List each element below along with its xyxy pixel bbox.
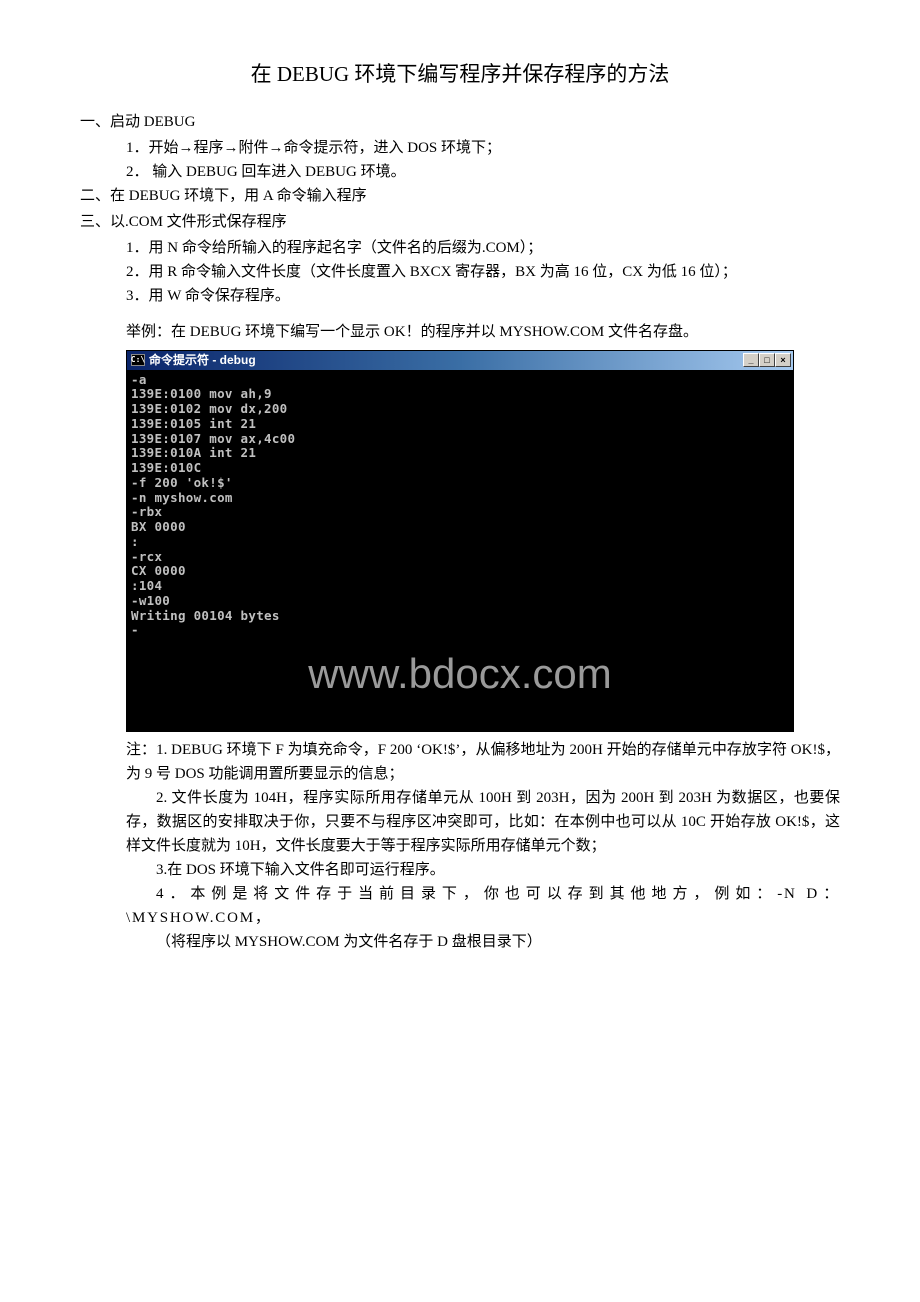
close-button[interactable]: × xyxy=(775,353,791,367)
example-text: 举例：在 DEBUG 环境下编写一个显示 OK！的程序并以 MYSHOW.COM… xyxy=(80,320,840,344)
page-title: 在 DEBUG 环境下编写程序并保存程序的方法 xyxy=(80,58,840,92)
terminal-output[interactable]: -a 139E:0100 mov ah,9 139E:0102 mov dx,2… xyxy=(127,371,793,731)
section-2-heading: 二、在 DEBUG 环境下，用 A 命令输入程序 xyxy=(80,184,840,208)
note-4: 4．本例是将文件存于当前目录下，你也可以存到其他地方，例如：-N D：\MYSH… xyxy=(80,882,840,930)
minimize-button[interactable]: _ xyxy=(743,353,759,367)
section-3-item-3: 3．用 W 命令保存程序。 xyxy=(80,284,840,308)
section-3-item-2: 2．用 R 命令输入文件长度（文件长度置入 BXCX 寄存器，BX 为高 16 … xyxy=(80,260,840,284)
section-1-item-1: 1．开始→程序→附件→命令提示符，进入 DOS 环境下； xyxy=(80,136,840,160)
note-2: 2. 文件长度为 104H，程序实际所用存储单元从 100H 到 203H，因为… xyxy=(80,786,840,858)
cmd-icon: C:\ xyxy=(131,354,145,366)
section-1-heading: 一、启动 DEBUG xyxy=(80,110,840,134)
section-3-heading: 三、以.COM 文件形式保存程序 xyxy=(80,210,840,234)
section-1-item-2: 2． 输入 DEBUG 回车进入 DEBUG 环境。 xyxy=(80,160,840,184)
maximize-button[interactable]: □ xyxy=(759,353,775,367)
note-1: 注：1. DEBUG 环境下 F 为填充命令，F 200 ‘OK!$’，从偏移地… xyxy=(80,738,840,786)
window-title: 命令提示符 - debug xyxy=(149,351,256,370)
window-titlebar: C:\ 命令提示符 - debug _ □ × xyxy=(127,351,793,371)
terminal-window: C:\ 命令提示符 - debug _ □ × -a 139E:0100 mov… xyxy=(126,350,794,732)
note-3: 3.在 DOS 环境下输入文件名即可运行程序。 xyxy=(80,858,840,882)
note-5: （将程序以 MYSHOW.COM 为文件名存于 D 盘根目录下） xyxy=(80,930,840,954)
section-3-item-1: 1．用 N 命令给所输入的程序起名字（文件名的后缀为.COM）； xyxy=(80,236,840,260)
